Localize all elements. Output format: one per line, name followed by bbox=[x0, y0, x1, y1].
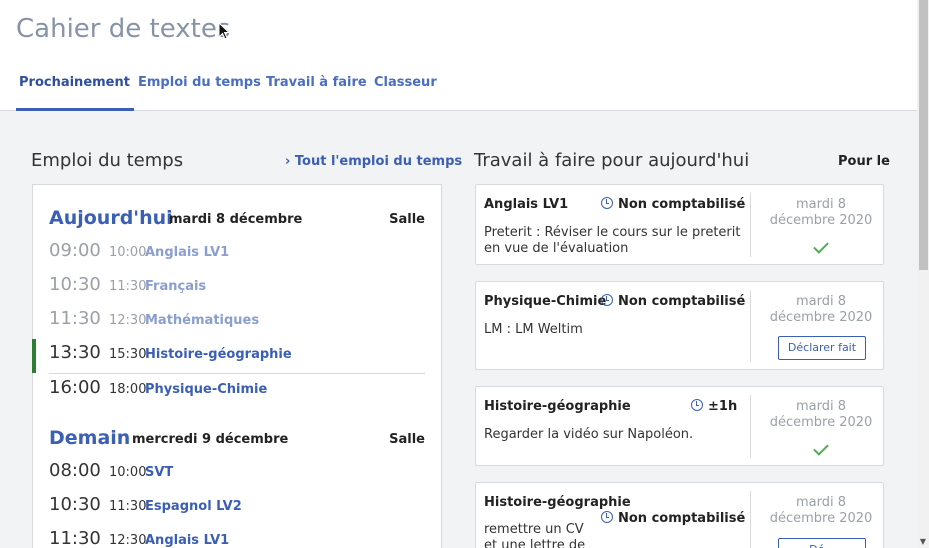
homework-status: Non comptabilisé bbox=[601, 511, 745, 526]
day-date: mardi 8 décembre bbox=[169, 212, 303, 227]
homework-card[interactable]: Anglais LV1 Non comptabilisé Preterit : … bbox=[475, 184, 884, 265]
status-text: ±1h bbox=[708, 399, 738, 414]
tab-prochainement[interactable]: Prochainement bbox=[16, 66, 134, 111]
homework-status: Non comptabilisé bbox=[601, 197, 745, 212]
slot-end: 11:30 bbox=[109, 279, 147, 294]
slot-end: 10:00 bbox=[109, 465, 147, 480]
slot-subject[interactable]: Anglais LV1 bbox=[145, 245, 229, 260]
tab-travail-a-faire[interactable]: Travail à faire bbox=[266, 66, 367, 111]
clock-icon bbox=[601, 511, 613, 523]
day-header-tomorrow: Demain mercredi 9 décembre Salle bbox=[49, 427, 425, 453]
slot-start: 11:30 bbox=[49, 308, 101, 329]
slot-start: 16:00 bbox=[49, 377, 101, 398]
day-name: Demain bbox=[49, 427, 131, 449]
homework-status: Non comptabilisé bbox=[601, 294, 745, 309]
slot-start: 10:30 bbox=[49, 494, 101, 515]
schedule-slot[interactable]: 11:30 12:30 Anglais LV1 bbox=[49, 525, 425, 548]
homework-description: remettre un CV et une lettre de motivati… bbox=[484, 522, 586, 548]
slot-start: 13:30 bbox=[49, 342, 101, 363]
page-title: Cahier de textes bbox=[16, 14, 231, 44]
full-schedule-link[interactable]: › Tout l'emploi du temps bbox=[285, 154, 462, 169]
slot-subject[interactable]: Anglais LV1 bbox=[145, 533, 229, 548]
clock-icon bbox=[601, 294, 613, 306]
schedule-card: Aujourd'hui mardi 8 décembre Salle 09:00… bbox=[32, 184, 442, 548]
salle-label: Salle bbox=[389, 212, 425, 227]
homework-card[interactable]: Histoire-géographie Non comptabilisé rem… bbox=[475, 482, 884, 548]
card-divider bbox=[750, 290, 751, 362]
slot-subject[interactable]: Histoire-géographie bbox=[145, 347, 292, 362]
slot-end: 12:30 bbox=[109, 533, 147, 548]
homework-description: Preterit : Réviser le cours sur le prete… bbox=[484, 225, 741, 256]
status-text: Non comptabilisé bbox=[618, 294, 746, 309]
day-header-today: Aujourd'hui mardi 8 décembre Salle bbox=[49, 207, 425, 233]
slot-subject[interactable]: Mathématiques bbox=[145, 313, 259, 328]
schedule-slot[interactable]: 08:00 10:00 SVT bbox=[49, 457, 425, 491]
slot-start: 09:00 bbox=[49, 240, 101, 261]
slot-start: 10:30 bbox=[49, 274, 101, 295]
card-divider bbox=[750, 491, 751, 548]
slot-end: 18:00 bbox=[109, 382, 147, 397]
slot-start: 08:00 bbox=[49, 460, 101, 481]
scrollbar[interactable]: ▼ bbox=[917, 0, 929, 548]
homework-due-date: mardi 8 décembre 2020 bbox=[769, 294, 873, 325]
schedule-slot[interactable]: 09:00 10:00 Anglais LV1 bbox=[49, 237, 425, 271]
slot-start: 11:30 bbox=[49, 528, 101, 548]
schedule-slot[interactable]: 16:00 18:00 Physique-Chimie bbox=[49, 374, 425, 408]
homework-due-date: mardi 8 décembre 2020 bbox=[769, 197, 873, 228]
done-check-icon bbox=[813, 238, 829, 254]
card-divider bbox=[750, 395, 751, 458]
homework-due-date: mardi 8 décembre 2020 bbox=[769, 495, 873, 526]
homework-due-date: mardi 8 décembre 2020 bbox=[769, 399, 873, 430]
slot-end: 15:30 bbox=[109, 347, 147, 362]
homework-subject: Physique-Chimie bbox=[484, 294, 607, 309]
slot-end: 10:00 bbox=[109, 245, 147, 260]
schedule-slot[interactable]: 11:30 12:30 Mathématiques bbox=[49, 305, 425, 339]
day-name: Aujourd'hui bbox=[49, 207, 173, 229]
mouse-cursor-icon bbox=[218, 22, 230, 40]
slot-subject[interactable]: Espagnol LV2 bbox=[145, 499, 242, 514]
homework-status: ±1h bbox=[691, 399, 737, 414]
clock-icon bbox=[691, 399, 703, 411]
day-date: mercredi 9 décembre bbox=[132, 432, 289, 447]
clock-icon bbox=[601, 197, 613, 209]
homework-description: LM : LM Weltim bbox=[484, 322, 583, 337]
homework-subject: Histoire-géographie bbox=[484, 495, 631, 510]
slot-end: 12:30 bbox=[109, 313, 147, 328]
status-text: Non comptabilisé bbox=[618, 197, 746, 212]
schedule-slot[interactable]: 10:30 11:30 Espagnol LV2 bbox=[49, 491, 425, 525]
homework-description: Regarder la vidéo sur Napoléon. bbox=[484, 427, 694, 442]
homework-subject: Histoire-géographie bbox=[484, 399, 631, 414]
homework-subject: Anglais LV1 bbox=[484, 197, 569, 212]
slot-end: 11:30 bbox=[109, 499, 147, 514]
status-text: Non comptabilisé bbox=[618, 511, 746, 526]
slot-subject[interactable]: Physique-Chimie bbox=[145, 382, 267, 397]
slot-subject[interactable]: Français bbox=[145, 279, 206, 294]
homework-section-title: Travail à faire pour aujourd'hui bbox=[474, 150, 750, 171]
schedule-section-title: Emploi du temps bbox=[31, 150, 184, 171]
tab-emploi-du-temps[interactable]: Emploi du temps bbox=[138, 66, 261, 111]
declare-done-button[interactable]: Dé... bbox=[778, 538, 866, 548]
schedule-slot[interactable]: 10:30 11:30 Français bbox=[49, 271, 425, 305]
pour-le-label: Pour le bbox=[838, 154, 890, 169]
card-divider bbox=[750, 193, 751, 257]
homework-card[interactable]: Histoire-géographie ±1h Regarder la vidé… bbox=[475, 386, 884, 466]
slot-subject[interactable]: SVT bbox=[145, 465, 173, 480]
scroll-down-icon[interactable]: ▼ bbox=[917, 537, 929, 546]
tab-classeur[interactable]: Classeur bbox=[374, 66, 437, 111]
schedule-slot-current[interactable]: 13:30 15:30 Histoire-géographie bbox=[32, 339, 425, 374]
header: Cahier de textes Prochainement Emploi du… bbox=[0, 0, 917, 111]
declare-done-button[interactable]: Déclarer fait bbox=[778, 336, 866, 360]
salle-label: Salle bbox=[389, 432, 425, 447]
done-check-icon bbox=[813, 440, 829, 456]
homework-card[interactable]: Physique-Chimie Non comptabilisé LM : LM… bbox=[475, 281, 884, 370]
scrollbar-thumb[interactable] bbox=[919, 0, 928, 270]
